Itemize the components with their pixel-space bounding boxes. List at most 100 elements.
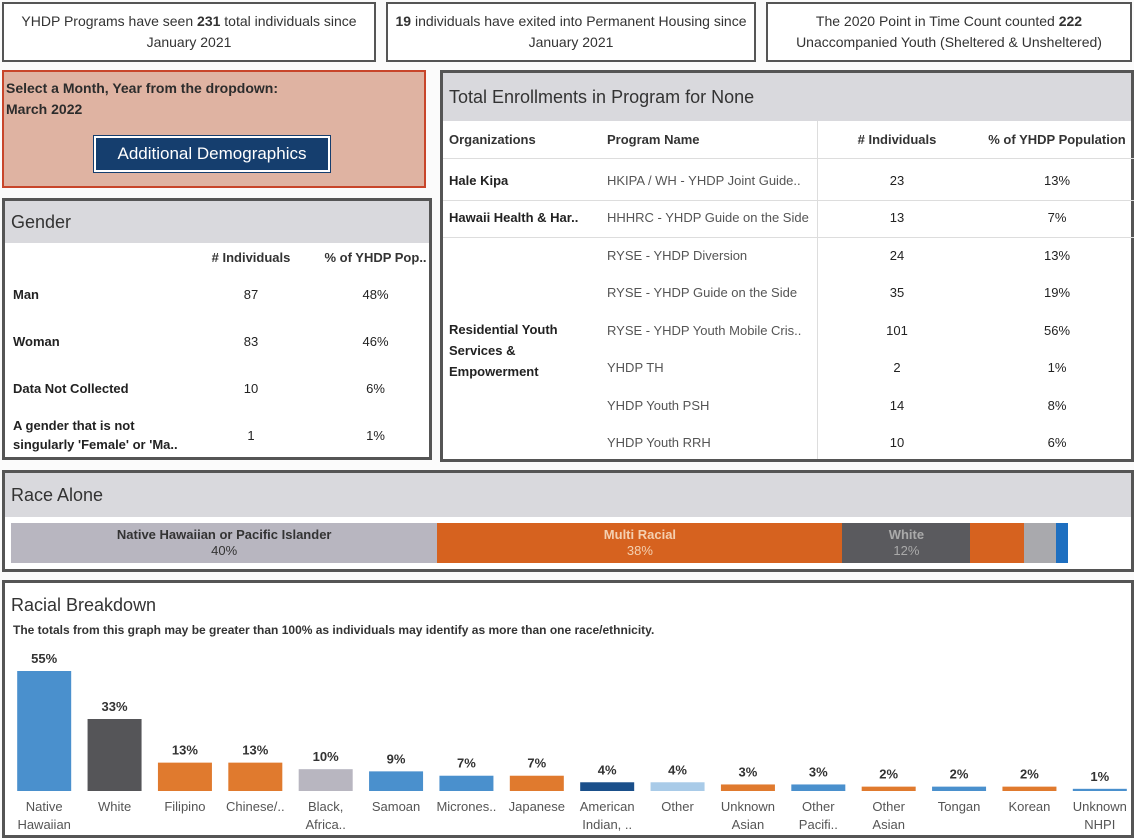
cell-individuals: 83 — [243, 333, 259, 349]
cell-individuals: 10 — [889, 435, 905, 450]
column-header: % of YHDP Pop.. — [324, 249, 427, 265]
table-row: Data Not Collected 10 6% — [5, 373, 429, 403]
data-label: 1% — [1090, 769, 1109, 784]
bar[interactable] — [87, 719, 142, 791]
month-selector-panel: Select a Month, Year from the dropdown: … — [2, 70, 426, 188]
table-header: # Individuals % of YHDP Pop.. — [5, 243, 429, 271]
category-label: Unknown Asian — [721, 799, 775, 832]
bar[interactable] — [580, 782, 635, 791]
data-label: 2% — [879, 767, 898, 782]
column-header: # Individuals — [211, 249, 291, 265]
table-row[interactable]: RYSE - YHDP Diversion 24 13% — [443, 237, 1134, 274]
bar[interactable] — [17, 671, 72, 791]
additional-demographics-button[interactable]: Additional Demographics — [93, 135, 331, 173]
category-label: Tongan — [938, 799, 981, 814]
cell-program: RYSE - YHDP Youth Mobile Cris.. — [607, 323, 802, 338]
data-label: 33% — [102, 699, 128, 714]
cell-individuals: 2 — [893, 360, 901, 375]
cell-individuals: 1 — [247, 427, 255, 443]
cell-individuals: 101 — [886, 323, 908, 338]
bar[interactable] — [720, 784, 775, 791]
race-segment[interactable]: Multi Racial 38% — [437, 523, 843, 563]
cell-individuals: 14 — [889, 398, 905, 413]
data-label: 13% — [242, 743, 268, 758]
table-row[interactable]: YHDP Youth PSH 14 8% — [443, 387, 1134, 424]
cell-individuals: 35 — [889, 285, 905, 300]
cell-percent: 7% — [1047, 210, 1067, 225]
kpi-text: individuals have exited into Permanent H… — [411, 13, 747, 50]
row-label: A gender that is not singularly 'Female'… — [13, 418, 178, 452]
table-header: Organizations Program Name # Individuals… — [443, 121, 1134, 158]
cell-percent: 8% — [1047, 398, 1067, 413]
bar[interactable] — [369, 771, 424, 791]
category-label: Micrones.. — [436, 799, 496, 814]
table-row: A gender that is not singularly 'Female'… — [5, 413, 429, 457]
table-row[interactable]: Hale Kipa HKIPA / WH - YHDP Joint Guide.… — [443, 162, 1134, 199]
column-header: Program Name — [607, 132, 700, 147]
race-segment[interactable] — [970, 523, 1024, 563]
merged-organization-label: Residential Youth Services & Empowerment — [449, 322, 558, 379]
race-segment[interactable]: Native Hawaiian or Pacific Islander 40% — [11, 523, 438, 563]
table-row[interactable]: Hawaii Health & Har.. HHHRC - YHDP Guide… — [443, 199, 1134, 236]
data-label: 7% — [457, 756, 476, 771]
bar[interactable] — [298, 769, 353, 791]
bar[interactable] — [791, 784, 846, 791]
cell-individuals: 13 — [889, 210, 905, 225]
bar[interactable] — [1002, 786, 1057, 791]
race-segment-label: White — [888, 527, 925, 542]
cell-organization: Hale Kipa — [449, 173, 509, 188]
data-label: 10% — [313, 749, 339, 764]
bar[interactable] — [157, 762, 212, 791]
enrollments-title: Total Enrollments in Program for None — [443, 73, 1131, 121]
race-segment[interactable] — [1055, 523, 1069, 563]
month-selector-label: Select a Month, Year from the dropdown: — [6, 80, 278, 96]
cell-percent: 19% — [1043, 285, 1071, 300]
race-segment-percent: 38% — [626, 543, 653, 558]
data-label: 7% — [527, 756, 546, 771]
cell-percent: 6% — [366, 380, 385, 396]
race-segment[interactable] — [1023, 523, 1056, 563]
table-row: Woman 83 46% — [5, 326, 429, 356]
column-header: Organizations — [449, 132, 536, 147]
race-alone-panel: Race Alone Native Hawaiian or Pacific Is… — [2, 470, 1134, 572]
bar[interactable] — [861, 786, 916, 791]
cell-program: RYSE - YHDP Guide on the Side — [607, 285, 798, 300]
kpi-number: 231 — [197, 13, 221, 29]
category-label: Native Hawaiian — [17, 799, 70, 832]
month-selector-dropdown[interactable]: March 2022 — [6, 101, 82, 117]
cell-organization: Hawaii Health & Har.. — [449, 210, 579, 225]
column-header: # Individuals — [857, 132, 937, 147]
cell-program: HKIPA / WH - YHDP Joint Guide.. — [607, 173, 801, 188]
row-label: Data Not Collected — [13, 380, 129, 396]
enrollments-panel: Total Enrollments in Program for None Or… — [440, 70, 1134, 462]
cell-program: RYSE - YHDP Diversion — [607, 248, 748, 263]
race-alone-title: Race Alone — [5, 473, 1131, 517]
bar[interactable] — [228, 762, 283, 791]
table-row[interactable]: RYSE - YHDP Guide on the Side 35 19% — [443, 274, 1134, 311]
bar[interactable] — [1072, 788, 1127, 791]
racial-breakdown-chart: 55% Native Hawaiian 33% White 13% Filipino 13% C… — [17, 651, 1127, 832]
category-label: Other Asian — [872, 799, 905, 832]
race-segment[interactable]: White 12% — [842, 523, 971, 563]
category-label: Filipino — [164, 799, 205, 814]
bar[interactable] — [439, 775, 494, 791]
cell-percent: 46% — [362, 333, 389, 349]
kpi-text: Unaccompanied Youth (Sheltered & Unshelt… — [796, 34, 1102, 50]
cell-individuals: 23 — [889, 173, 905, 188]
cell-percent: 48% — [362, 286, 389, 302]
kpi-total-individuals: YHDP Programs have seen 231 total indivi… — [2, 2, 376, 62]
data-label: 3% — [809, 764, 828, 779]
bar[interactable] — [509, 775, 564, 791]
category-label: Other Pacifi.. — [799, 799, 838, 832]
bar[interactable] — [650, 782, 705, 791]
race-segment-label: Native Hawaiian or Pacific Islander — [116, 527, 332, 542]
cell-percent: 1% — [1047, 360, 1067, 375]
row-divider — [443, 158, 1134, 159]
gender-title: Gender — [5, 201, 429, 243]
bar[interactable] — [932, 786, 987, 791]
column-header: % of YHDP Population — [988, 132, 1126, 147]
cell-program: YHDP Youth PSH — [607, 398, 710, 413]
cell-percent: 1% — [366, 427, 385, 443]
race-segment-label: Multi Racial — [603, 527, 677, 542]
table-row[interactable]: YHDP Youth RRH 10 6% — [443, 424, 1134, 461]
